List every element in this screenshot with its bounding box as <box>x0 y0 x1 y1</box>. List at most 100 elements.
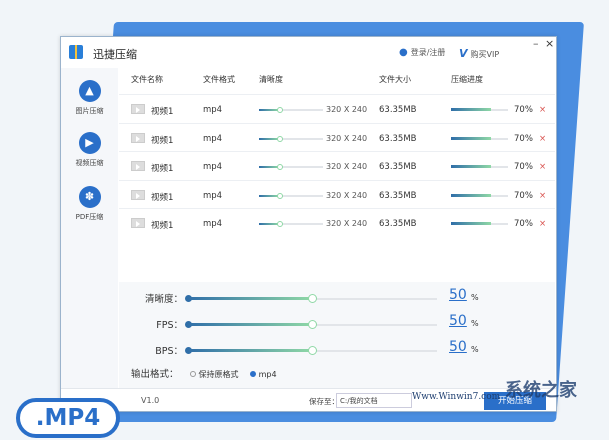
minimize-button[interactable]: – <box>533 37 539 50</box>
app-logo-icon <box>69 45 83 59</box>
table-row[interactable]: 视频1 mp4 320 X 240 63.35MB 70% × <box>119 94 555 122</box>
video-thumbnail-icon <box>131 218 145 228</box>
slider-label: FPS： <box>156 320 183 331</box>
resolution: 320 X 240 <box>326 219 368 228</box>
file-format: mp4 <box>203 190 223 201</box>
file-size: 63.35MB <box>379 190 417 201</box>
image-icon: ▲ <box>78 80 101 102</box>
clarity-slider[interactable] <box>259 192 323 199</box>
delete-button[interactable]: × <box>539 105 546 115</box>
progress-text: 70% <box>514 162 533 172</box>
output-format-label: 输出格式： <box>131 369 179 380</box>
delete-button[interactable]: × <box>539 162 546 172</box>
slider-unit: % <box>471 319 479 328</box>
save-path-input[interactable]: C:/我的文档 <box>336 393 412 408</box>
setting-slider[interactable] <box>185 346 437 355</box>
progress-bar <box>451 193 508 197</box>
resolution: 320 X 240 <box>326 190 368 200</box>
file-format: mp4 <box>203 105 223 115</box>
table-header: 文件名称 文件格式 清晰度 文件大小 压缩进度 <box>119 74 555 94</box>
video-thumbnail-icon <box>131 161 145 171</box>
slider-unit: % <box>471 293 479 302</box>
watermark-url: Www.Winwin7.com <box>412 392 501 402</box>
user-icon: ● <box>399 47 408 58</box>
login-label: 登录/注册 <box>410 48 446 57</box>
clarity-slider[interactable] <box>259 107 323 113</box>
delete-button[interactable]: × <box>539 219 546 229</box>
table-row[interactable]: 视频1 mp4 320 X 240 63.35MB 70% × <box>119 179 555 208</box>
sidebar-item-image[interactable]: ▲ 图片压缩 <box>61 80 118 116</box>
table-row[interactable]: 视频1 mp4 320 X 240 63.35MB 70% × <box>119 151 555 179</box>
file-size: 63.35MB <box>379 219 417 229</box>
app-title: 迅捷压缩 <box>93 48 137 61</box>
sidebar-item-video[interactable]: ▶ 视频压缩 <box>61 132 118 168</box>
file-size: 63.35MB <box>379 133 417 144</box>
resolution: 320 X 240 <box>326 133 368 143</box>
play-icon: ▶ <box>78 132 101 154</box>
resolution: 320 X 240 <box>326 162 368 171</box>
slider-label: BPS： <box>155 346 183 357</box>
delete-button[interactable]: × <box>539 134 546 144</box>
file-name: 视频1 <box>151 135 174 146</box>
header-name: 文件名称 <box>131 75 163 84</box>
version-label: V1.0 <box>141 396 160 405</box>
file-format: mp4 <box>203 219 223 229</box>
slider-value[interactable]: 50 <box>449 313 467 329</box>
slider-handle[interactable] <box>308 346 317 355</box>
video-thumbnail-icon <box>131 132 145 143</box>
clarity-slider[interactable] <box>259 164 323 170</box>
slider-label: 清晰度： <box>144 294 183 305</box>
progress-text: 70% <box>514 133 533 144</box>
setting-slider-row: 清晰度： 50 % <box>119 287 555 309</box>
pdf-icon: ✽ <box>78 186 101 208</box>
setting-slider-row: FPS： 50 % <box>119 313 555 335</box>
sidebar-label: 视频压缩 <box>75 159 104 167</box>
sidebar-label: 图片压缩 <box>75 107 104 115</box>
header-clarity: 清晰度 <box>259 75 283 84</box>
close-button[interactable]: × <box>545 37 554 50</box>
file-name: 视频1 <box>151 221 174 231</box>
file-format: mp4 <box>203 162 223 172</box>
slider-unit: % <box>471 345 479 354</box>
slider-value[interactable]: 50 <box>449 287 467 303</box>
option-label: 保持原格式 <box>198 370 239 379</box>
progress-text: 70% <box>514 219 533 229</box>
slider-value[interactable]: 50 <box>449 339 467 355</box>
slider-handle[interactable] <box>308 320 317 329</box>
setting-slider[interactable] <box>185 320 437 329</box>
file-size: 63.35MB <box>379 162 417 172</box>
sidebar-item-pdf[interactable]: ✽ PDF压缩 <box>61 186 118 222</box>
file-size: 63.35MB <box>379 105 417 115</box>
progress-text: 70% <box>514 190 533 201</box>
delete-button[interactable]: × <box>539 191 546 201</box>
video-thumbnail-icon <box>131 189 145 200</box>
clarity-slider[interactable] <box>259 135 323 142</box>
file-format: mp4 <box>203 133 223 144</box>
sidebar-label: PDF压缩 <box>75 213 104 221</box>
progress-bar <box>451 108 508 111</box>
progress-bar <box>451 165 508 168</box>
settings-panel: 清晰度： 50 % FPS： 50 % BPS： 50 % 输出格式： 保持原格式 … <box>119 282 555 388</box>
buy-vip-button[interactable]: V 购买VIP <box>459 47 499 60</box>
sidebar: ▲ 图片压缩 ▶ 视频压缩 ✽ PDF压缩 <box>61 68 118 388</box>
option-label: mp4 <box>258 370 277 379</box>
clarity-slider[interactable] <box>259 221 323 227</box>
save-to-label: 保存至： <box>309 397 339 406</box>
file-table: 文件名称 文件格式 清晰度 文件大小 压缩进度 视频1 mp4 320 X 24… <box>119 70 555 232</box>
progress-text: 70% <box>514 105 533 115</box>
radio-mp4[interactable] <box>249 371 256 377</box>
app-window: 迅捷压缩 ● 登录/注册 V 购买VIP – × ▲ 图片压缩 ▶ 视频压缩 ✽ PDF压… <box>60 36 557 412</box>
header-format: 文件格式 <box>203 75 235 84</box>
progress-bar <box>451 136 508 140</box>
slider-handle[interactable] <box>308 294 317 303</box>
resolution: 320 X 240 <box>326 105 368 114</box>
video-thumbnail-icon <box>131 104 145 114</box>
mp4-badge: .MP4 <box>16 398 120 438</box>
table-row[interactable]: 视频1 mp4 320 X 240 63.35MB 70% × <box>119 122 555 151</box>
setting-slider[interactable] <box>185 294 437 303</box>
title-bar: 迅捷压缩 ● 登录/注册 V 购买VIP – × <box>61 37 556 67</box>
header-progress: 压缩进度 <box>451 75 483 84</box>
radio-keep-format[interactable] <box>189 371 196 377</box>
table-row[interactable]: 视频1 mp4 320 X 240 63.35MB 70% × <box>119 208 555 236</box>
login-button[interactable]: ● 登录/注册 <box>399 47 445 58</box>
